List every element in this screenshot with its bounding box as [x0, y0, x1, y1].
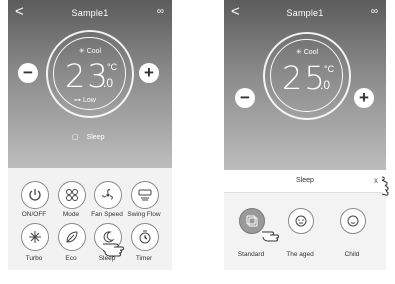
swing-icon	[138, 189, 152, 201]
sleep-option-aged[interactable]	[288, 208, 314, 234]
temp-increase-button[interactable]: +	[139, 63, 159, 83]
standard-icon	[246, 215, 258, 227]
snowflake-icon: ✳	[78, 48, 87, 55]
right-topbar: < Sample1 ∞	[224, 0, 386, 26]
turbo-button[interactable]	[21, 223, 49, 251]
temperature-decimal: .0	[103, 76, 114, 90]
aged-face-icon	[295, 215, 307, 227]
temp-increase-button[interactable]: +	[354, 88, 374, 108]
pointer-hand-icon	[381, 176, 389, 196]
mode-button[interactable]	[58, 181, 86, 209]
more-icon[interactable]: ∞	[157, 7, 164, 17]
pointer-hand-icon	[262, 231, 279, 242]
sleep-option-standard-label: Standard	[237, 251, 265, 258]
temp-decrease-button[interactable]: −	[235, 88, 255, 108]
child-face-icon	[347, 215, 359, 227]
sleep-status-text: Sleep	[86, 134, 105, 141]
device-title: Sample1	[71, 8, 109, 18]
eco-button[interactable]	[58, 223, 86, 251]
temperature-unit: °C	[107, 62, 118, 72]
device-title: Sample1	[286, 8, 324, 18]
snowflake-icon: ✳	[295, 49, 304, 56]
fan-indicator: ⊶ Low	[74, 96, 96, 104]
temperature-unit: °C	[324, 64, 335, 74]
pointer-hand-icon	[102, 243, 124, 257]
sleep-panel-title: Sleep	[296, 177, 314, 184]
left-phone: < Sample1 ∞ ✳ Cool 23 °C .0 ⊶ Low − + ▢ …	[8, 0, 172, 270]
mode-text: Cool	[86, 48, 102, 55]
left-topbar: < Sample1 ∞	[8, 0, 172, 26]
left-status-screen: < Sample1 ∞ ✳ Cool 23 °C .0 ⊶ Low − + ▢ …	[8, 0, 172, 168]
sleep-option-child-label: Child	[344, 251, 360, 258]
sleep-panel-header: Sleep x	[224, 170, 386, 193]
sleep-option-aged-label: The aged	[286, 251, 314, 258]
sleep-status-icon: ▢	[72, 134, 81, 141]
mode-text: Cool	[303, 49, 319, 56]
mode-indicator: ✳ Cool	[287, 48, 327, 56]
fan-speed-button[interactable]	[94, 181, 122, 209]
power-icon	[29, 189, 41, 201]
fan-text: Low	[82, 97, 96, 104]
more-icon[interactable]: ∞	[371, 7, 378, 17]
fan-icon: ⊶	[74, 97, 83, 104]
sleep-option-child[interactable]	[340, 208, 366, 234]
swing-flow-label: Swing Flow	[127, 211, 161, 218]
mode-indicator: ✳ Cool	[70, 47, 110, 55]
sleep-status: ▢ Sleep	[72, 133, 104, 141]
sleep-panel-close-button[interactable]: x	[374, 176, 378, 185]
mode-icon	[66, 189, 78, 201]
temperature-decimal: .0	[320, 78, 331, 92]
right-phone: < Sample1 ∞ ✳ Cool 25 °C .0 − + Sleep x …	[224, 0, 386, 270]
temp-decrease-button[interactable]: −	[18, 63, 38, 83]
right-status-screen: < Sample1 ∞ ✳ Cool 25 °C .0 − +	[224, 0, 386, 170]
sleep-panel: Sleep x Standard The aged Child	[224, 170, 386, 270]
swing-flow-button[interactable]	[131, 181, 159, 209]
turbo-icon	[29, 231, 41, 243]
on-off-button[interactable]	[21, 181, 49, 209]
eco-icon	[66, 231, 78, 243]
fan-speed-icon	[102, 189, 113, 200]
